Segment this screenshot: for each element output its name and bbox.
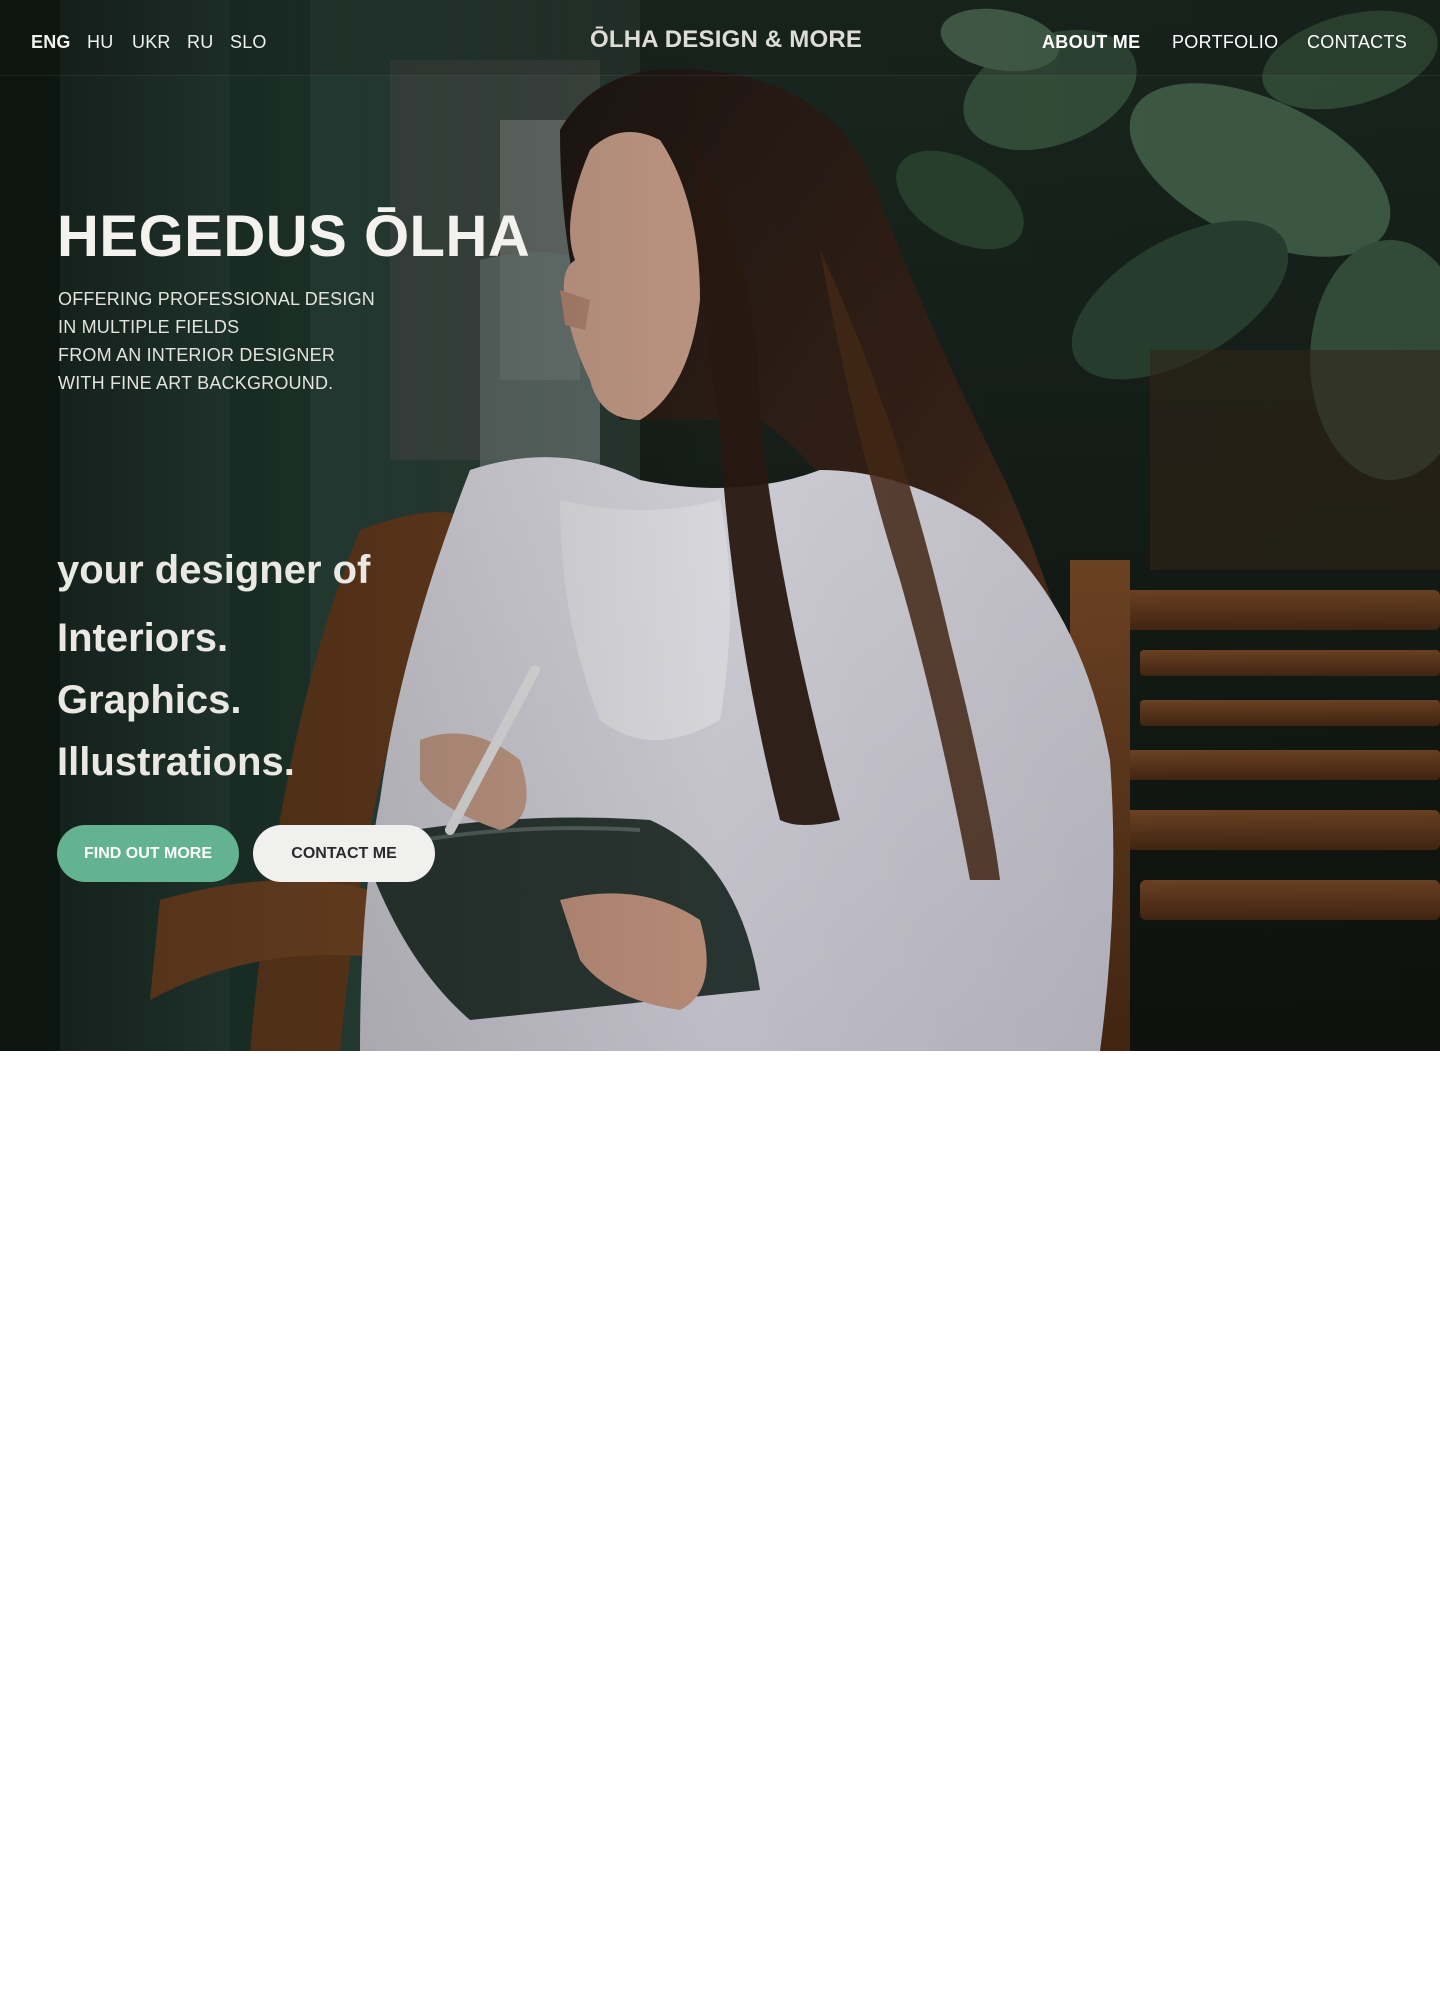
top-navigation-bar: ENG HU UKR RU SLO ŌLHA DESIGN & MORE ABO… (0, 0, 1440, 76)
hero-subtitle-line: WITH FINE ART BACKGROUND. (58, 373, 334, 393)
brand-logo-link[interactable]: ŌLHA DESIGN & MORE (590, 26, 862, 54)
hero-subtitle: OFFERING PROFESSIONAL DESIGN IN MULTIPLE… (58, 285, 478, 397)
nav-link-contacts[interactable]: CONTACTS (1307, 32, 1407, 53)
hero-subtitle-line: IN MULTIPLE FIELDS (58, 317, 240, 337)
contact-me-button[interactable]: CONTACT ME (253, 825, 435, 882)
find-out-more-button[interactable]: FIND OUT MORE (57, 825, 239, 882)
nav-link-portfolio[interactable]: PORTFOLIO (1172, 32, 1278, 53)
hero-section: ENG HU UKR RU SLO ŌLHA DESIGN & MORE ABO… (0, 0, 1440, 1051)
content-area-blank (0, 1051, 1440, 2000)
hero-tagline: your designer of (57, 548, 371, 592)
language-eng[interactable]: ENG (31, 32, 71, 53)
nav-link-about-me[interactable]: ABOUT ME (1042, 32, 1140, 53)
language-ukr[interactable]: UKR (132, 32, 171, 53)
specialty-interiors: Interiors. (57, 616, 229, 660)
language-hu[interactable]: HU (87, 32, 113, 53)
hero-background-image (0, 0, 1440, 1051)
hero-subtitle-line: FROM AN INTERIOR DESIGNER (58, 345, 336, 365)
language-slo[interactable]: SLO (230, 32, 267, 53)
language-ru[interactable]: RU (187, 32, 213, 53)
hero-subtitle-line: OFFERING PROFESSIONAL DESIGN (58, 289, 375, 309)
specialty-illustrations: Illustrations. (57, 740, 295, 784)
specialty-graphics: Graphics. (57, 678, 242, 722)
page: ENG HU UKR RU SLO ŌLHA DESIGN & MORE ABO… (0, 0, 1440, 2000)
hero-title: HEGEDUS ŌLHA (57, 204, 531, 269)
